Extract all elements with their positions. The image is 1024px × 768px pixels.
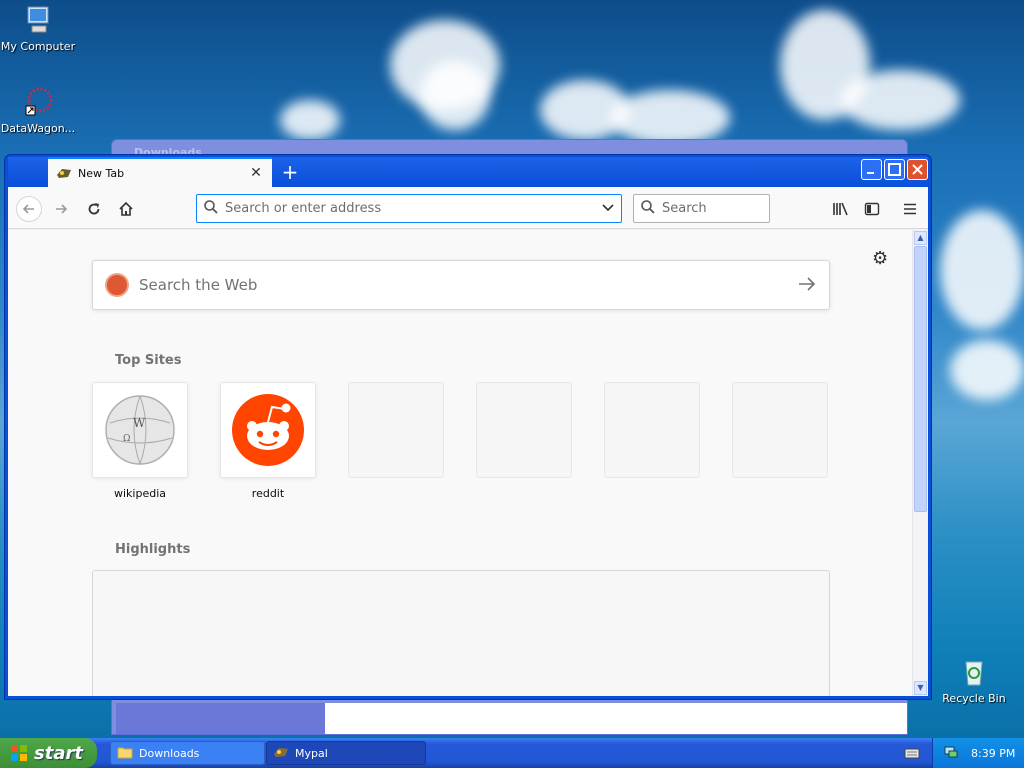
desktop-icon-datawagon[interactable]: DataWagon...	[0, 86, 76, 135]
downloads-window-panel	[116, 703, 325, 734]
address-bar[interactable]: Search or enter address	[196, 194, 622, 223]
computer-icon	[22, 4, 54, 36]
maximize-button[interactable]	[884, 159, 905, 180]
highlights-placeholder	[92, 570, 830, 696]
new-tab-page: ⚙ Search the Web Top Sites WΩ wikipedia	[8, 230, 912, 696]
tab-close-icon[interactable]: ✕	[248, 165, 264, 181]
web-search-placeholder: Search the Web	[139, 276, 258, 294]
back-button[interactable]	[16, 196, 42, 222]
address-bar-placeholder: Search or enter address	[225, 201, 382, 216]
highlights-heading: Highlights	[115, 542, 191, 557]
taskbar: start Downloads Mypal 8:39 PM	[0, 738, 1024, 768]
system-tray: 8:39 PM	[932, 738, 1024, 768]
chevron-down-icon[interactable]	[601, 200, 615, 217]
downloads-window-body	[325, 703, 907, 734]
datawagon-icon	[22, 86, 54, 118]
taskbar-item-label: Mypal	[295, 746, 328, 760]
mypal-icon	[273, 746, 289, 761]
browser-window[interactable]: New Tab ✕ + Search or enter address Sear…	[4, 154, 932, 700]
top-site-label: wikipedia	[113, 487, 166, 500]
taskbar-item-label: Downloads	[139, 746, 200, 760]
search-icon	[203, 199, 219, 218]
vertical-scrollbar[interactable]: ▲ ▼	[912, 230, 928, 696]
start-button[interactable]: start	[0, 738, 97, 768]
search-bar[interactable]: Search	[633, 194, 770, 223]
reddit-icon	[221, 394, 315, 480]
wikipedia-icon: WΩ	[93, 395, 187, 480]
keyboard-icon[interactable]	[904, 746, 920, 763]
windows-flag-icon	[10, 744, 28, 762]
taskbar-item-downloads[interactable]: Downloads	[110, 741, 265, 765]
svg-text:Ω: Ω	[123, 434, 130, 444]
top-site-empty-slot[interactable]	[476, 382, 572, 478]
top-site-empty-slot[interactable]	[732, 382, 828, 478]
scroll-down-icon[interactable]: ▼	[914, 681, 927, 695]
desktop-icon-recycle-bin[interactable]: Recycle Bin	[936, 656, 1012, 705]
tab-bar: New Tab ✕ +	[8, 157, 928, 187]
sidebar-toggle-button[interactable]	[859, 196, 885, 222]
forward-button[interactable]	[48, 196, 74, 222]
top-site-empty-slot[interactable]	[604, 382, 700, 478]
desktop-icon-label: My Computer	[0, 40, 76, 53]
top-sites-heading: Top Sites	[115, 353, 182, 368]
folder-icon	[117, 745, 133, 762]
library-button[interactable]	[828, 196, 854, 222]
desktop-icon-my-computer[interactable]: My Computer	[0, 4, 76, 53]
mypal-favicon-icon	[56, 167, 72, 179]
scrollbar-thumb[interactable]	[914, 246, 927, 512]
web-search-box[interactable]: Search the Web	[92, 260, 830, 310]
taskbar-item-mypal[interactable]: Mypal	[266, 741, 426, 765]
top-site-reddit[interactable]	[220, 382, 316, 478]
nav-toolbar: Search or enter address Search	[8, 187, 928, 229]
arrow-right-icon[interactable]	[797, 276, 817, 295]
scroll-up-icon[interactable]: ▲	[914, 231, 927, 245]
top-site-empty-slot[interactable]	[348, 382, 444, 478]
gear-icon[interactable]: ⚙	[872, 248, 888, 269]
new-tab-button[interactable]: +	[278, 161, 302, 183]
svg-text:W: W	[133, 416, 146, 430]
start-label: start	[34, 742, 83, 764]
tab-new-tab[interactable]: New Tab ✕	[48, 157, 272, 187]
home-button[interactable]	[113, 196, 139, 222]
desktop-icon-label: Recycle Bin	[942, 692, 1006, 705]
close-window-button[interactable]	[907, 159, 928, 180]
clock[interactable]: 8:39 PM	[971, 747, 1015, 760]
tab-title: New Tab	[78, 166, 125, 180]
reload-button[interactable]	[81, 196, 107, 222]
recycle-bin-icon	[958, 656, 990, 688]
menu-button[interactable]	[897, 196, 923, 222]
network-icon[interactable]	[943, 744, 959, 763]
search-icon	[640, 199, 656, 218]
desktop-icon-label: DataWagon...	[0, 122, 76, 135]
top-site-label: reddit	[251, 487, 285, 500]
top-site-wikipedia[interactable]: WΩ	[92, 382, 188, 478]
minimize-button[interactable]	[861, 159, 882, 180]
duckduckgo-icon	[105, 273, 129, 297]
search-bar-placeholder: Search	[662, 201, 707, 216]
